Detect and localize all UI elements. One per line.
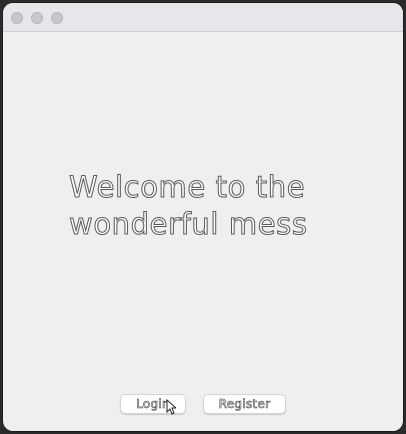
zoom-window-icon[interactable] bbox=[51, 12, 63, 24]
welcome-heading: Welcome to the wonderful mess bbox=[69, 170, 308, 242]
login-button[interactable]: Login bbox=[120, 394, 186, 414]
app-window: Welcome to the wonderful mess Login Regi… bbox=[3, 3, 403, 431]
minimize-window-icon[interactable] bbox=[31, 12, 43, 24]
register-button[interactable]: Register bbox=[203, 394, 286, 414]
arrow-cursor-icon bbox=[166, 399, 176, 415]
title-bar[interactable] bbox=[3, 3, 403, 32]
close-window-icon[interactable] bbox=[11, 12, 23, 24]
